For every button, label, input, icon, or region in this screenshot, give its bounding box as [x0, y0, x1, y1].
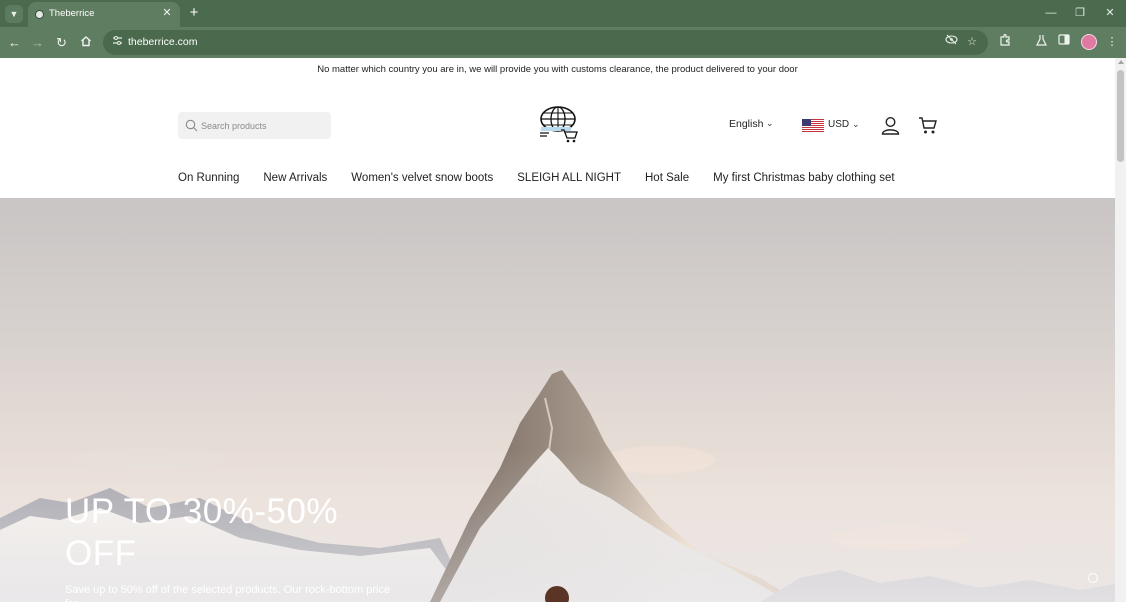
- account-icon[interactable]: [881, 116, 900, 135]
- hero-subtext: Save up to 50% off of the selected produ…: [65, 584, 391, 602]
- reload-button[interactable]: ↻: [53, 34, 70, 51]
- chevron-down-icon: ⌄: [766, 118, 774, 128]
- hero-heading: UP TO 30%-50% OFF: [65, 492, 339, 573]
- nav-item-on-running[interactable]: On Running: [178, 172, 239, 190]
- browser-tab-strip: ▼ Theberrice ✕ + — ❐ ✕: [0, 0, 1126, 27]
- nav-item-christmas-baby-set[interactable]: My first Christmas baby clothing set: [713, 172, 895, 190]
- tab-close-button[interactable]: ✕: [160, 6, 174, 20]
- nav-item-new-arrivals[interactable]: New Arrivals: [263, 172, 327, 190]
- search-input[interactable]: [201, 116, 323, 135]
- page-scrollbar[interactable]: [1115, 58, 1126, 602]
- tune-icon: [112, 36, 122, 45]
- tab-title: Theberrice: [49, 8, 95, 19]
- chevron-down-icon: ⌄: [852, 119, 860, 129]
- extensions-button[interactable]: [997, 33, 1013, 50]
- hero-banner[interactable]: UP TO 30%-50% OFF Save up to 50% off of …: [0, 198, 1115, 602]
- flask-icon: [1035, 35, 1047, 46]
- back-button[interactable]: ←: [6, 34, 23, 51]
- language-selector[interactable]: English: [729, 118, 763, 130]
- puzzle-icon: [1000, 33, 1010, 46]
- kebab-menu-icon[interactable]: ⋮: [1104, 34, 1120, 50]
- bookmark-star-icon[interactable]: ☆: [964, 34, 980, 50]
- labs-button[interactable]: [1033, 34, 1049, 50]
- url-text[interactable]: theberrice.com: [128, 36, 197, 48]
- minimize-button[interactable]: —: [1043, 4, 1059, 22]
- scrollbar-thumb[interactable]: [1117, 70, 1124, 162]
- slideshow-pause-button[interactable]: [1088, 573, 1098, 583]
- nav-item-womens-velvet-snow-boots[interactable]: Women's velvet snow boots: [351, 172, 493, 190]
- scroll-up-arrow-icon[interactable]: [1118, 60, 1124, 64]
- tab-search-button[interactable]: ▼: [5, 5, 23, 23]
- browser-tab[interactable]: Theberrice ✕: [28, 2, 180, 27]
- address-bar[interactable]: theberrice.com ☆: [103, 30, 988, 55]
- browser-toolbar: ← → ↻ theberrice.com ☆ ⋮: [0, 27, 1126, 58]
- close-window-button[interactable]: ✕: [1102, 4, 1118, 22]
- us-flag-icon[interactable]: [802, 119, 824, 132]
- site-info-button[interactable]: [110, 35, 124, 49]
- side-panel-icon: [1058, 34, 1070, 45]
- search-icon: [185, 119, 198, 132]
- home-button[interactable]: [77, 34, 94, 51]
- search-box[interactable]: [178, 112, 331, 139]
- main-navigation: On Running New Arrivals Women's velvet s…: [178, 172, 919, 190]
- cart-icon[interactable]: [918, 116, 938, 135]
- store-logo[interactable]: [537, 105, 579, 143]
- new-tab-button[interactable]: +: [186, 5, 202, 21]
- nav-item-sleigh-all-night[interactable]: SLEIGH ALL NIGHT: [517, 172, 621, 190]
- restore-button[interactable]: ❐: [1072, 4, 1088, 22]
- forward-button[interactable]: →: [29, 34, 46, 51]
- nav-item-hot-sale[interactable]: Hot Sale: [645, 172, 689, 190]
- eye-off-icon[interactable]: [943, 34, 959, 50]
- home-icon: [80, 36, 91, 47]
- page-content: No matter which country you are in, we w…: [0, 58, 1115, 602]
- chevron-down-icon: ▼: [9, 9, 19, 19]
- side-panel-button[interactable]: [1056, 34, 1072, 50]
- profile-avatar[interactable]: [1081, 34, 1097, 50]
- currency-selector[interactable]: USD: [828, 119, 849, 130]
- favicon-icon: [35, 10, 44, 19]
- announcement-bar: No matter which country you are in, we w…: [317, 64, 798, 75]
